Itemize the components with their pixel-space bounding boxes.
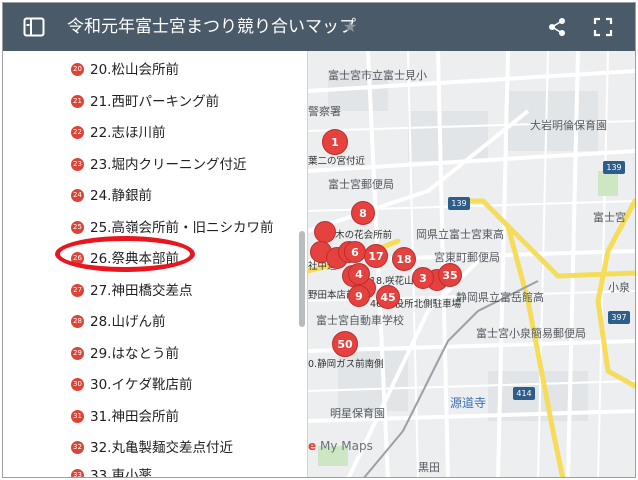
list-item-label: 33.東小薬	[90, 468, 152, 478]
map-label: 警察署	[308, 105, 341, 118]
number-badge: 23	[71, 158, 84, 171]
sidebar-scrollbar[interactable]	[299, 231, 305, 327]
map-label: 富士宮自動車学校	[316, 314, 404, 327]
map-label: 葉二の宮付近	[308, 156, 366, 167]
number-badge: 24	[71, 189, 84, 202]
number-badge: 20	[71, 63, 84, 76]
map-marker-45[interactable]: 45	[376, 285, 400, 309]
list-item-label: 27.神田橋交差点	[90, 283, 193, 299]
list-item[interactable]: 31 31.神田会所前	[3, 402, 298, 432]
map-label: 大岩明倫保育園	[530, 119, 607, 132]
list-item[interactable]: 27 27.神田橋交差点	[3, 276, 298, 306]
map-title: 令和元年富士宮まつり競り合いマップ	[67, 17, 356, 37]
list-item-selected[interactable]: 26 26.祭典本部前	[3, 244, 298, 274]
list-item-label: 21.西町パーキング前	[90, 94, 220, 110]
map-label: 明星保育園	[330, 407, 385, 420]
list-item-label: 31.神田会所前	[90, 409, 179, 425]
route-badge: 139	[448, 197, 470, 210]
map-marker-18[interactable]: 18	[392, 247, 416, 271]
list-item[interactable]: 23 23.堀内クリーニング付近	[3, 150, 298, 180]
list-item[interactable]: 28 28.山げん前	[3, 307, 298, 337]
route-badge: 139	[603, 161, 625, 174]
map-label: 富士宮郵便局	[328, 178, 394, 191]
map-label: 宮東町郵便局	[434, 251, 500, 264]
list-item[interactable]: 24 24.静銀前	[3, 181, 298, 211]
map-marker-50[interactable]: 50	[332, 331, 358, 357]
number-badge: 31	[71, 410, 84, 423]
map-marker-9[interactable]: 9	[348, 285, 370, 307]
app-frame: 令和元年富士宮まつり競り合いマップ ★ 20 20.松山会所前 21 21.西町…	[2, 2, 636, 478]
list-item[interactable]: 30 30.イケダ靴店前	[3, 370, 298, 400]
number-badge: 27	[71, 284, 84, 297]
list-item-label: 28.山げん前	[90, 314, 166, 330]
map-label: 小泉	[608, 281, 630, 294]
fullscreen-icon[interactable]	[593, 17, 613, 37]
list-item-label: 26.祭典本部前	[90, 251, 179, 267]
list-item[interactable]: 29 29.はなとう前	[3, 339, 298, 369]
map-view[interactable]: 富士宮市立富士見小 警察署 大岩明倫保育園 葉二の宮付近 富士宮郵便局 富士宮 …	[308, 51, 635, 477]
list-item[interactable]: 33 33.東小薬	[3, 461, 298, 478]
map-marker-3[interactable]: 3	[412, 267, 434, 289]
list-item-label: 30.イケダ靴店前	[90, 377, 193, 393]
list-item-label: 24.静銀前	[90, 188, 152, 204]
route-badge: 397	[608, 311, 630, 324]
list-item[interactable]: 25 25.高嶺会所前・旧ニシカワ前	[3, 213, 298, 243]
star-icon[interactable]: ★	[343, 15, 357, 39]
map-label: 0.静岡ガス前南側	[308, 359, 384, 370]
map-marker-35[interactable]: 35	[438, 263, 462, 287]
map-marker-4[interactable]: 4	[348, 263, 370, 285]
share-icon[interactable]	[547, 17, 567, 37]
list-item[interactable]: 20 20.松山会所前	[3, 55, 298, 85]
list-item-label: 29.はなとう前	[90, 346, 179, 362]
list-item[interactable]: 32 32.丸亀製麺交差点付近	[3, 433, 298, 463]
number-badge: 28	[71, 315, 84, 328]
map-marker-6[interactable]: 6	[344, 241, 366, 263]
station-label: 源道寺	[450, 396, 487, 410]
route-badge: 414	[513, 387, 535, 400]
number-badge: 21	[71, 95, 84, 108]
google-my-maps-logo: e My Maps	[308, 439, 373, 453]
list-item-label: 23.堀内クリーニング付近	[90, 157, 247, 173]
number-badge: 30	[71, 378, 84, 391]
legend-sidebar: 20 20.松山会所前 21 21.西町パーキング前 22 22.志ほ川前 23…	[3, 51, 308, 478]
map-label: 岡県立富士宮東高	[416, 228, 504, 241]
number-badge: 33	[71, 469, 84, 477]
map-label: 静岡県立富岳館高	[456, 291, 544, 304]
number-badge: 22	[71, 126, 84, 139]
list-item[interactable]: 22 22.志ほ川前	[3, 118, 298, 148]
list-item-label: 25.高嶺会所前・旧ニシカワ前	[90, 220, 274, 236]
map-label: 富士宮小泉簡易郵便局	[476, 327, 586, 340]
map-marker-8[interactable]: 8	[351, 201, 375, 225]
list-item-label: 20.松山会所前	[90, 62, 179, 78]
map-label: 富士宮	[593, 211, 626, 224]
list-item[interactable]: 21 21.西町パーキング前	[3, 87, 298, 117]
app-header: 令和元年富士宮まつり競り合いマップ ★	[3, 3, 635, 51]
map-marker-1[interactable]: 1	[322, 129, 348, 155]
map-label: 黒田	[418, 461, 440, 474]
number-badge: 25	[71, 221, 84, 234]
list-item-label: 32.丸亀製麺交差点付近	[90, 440, 233, 456]
list-item-label: 22.志ほ川前	[90, 125, 166, 141]
map-marker-17[interactable]: 17	[364, 244, 388, 268]
number-badge: 29	[71, 347, 84, 360]
map-marker[interactable]	[314, 221, 336, 243]
number-badge: 26	[71, 252, 84, 265]
sidebar-toggle-icon[interactable]	[23, 16, 45, 38]
map-label: 富士宮市立富士見小	[328, 69, 427, 82]
number-badge: 32	[71, 441, 84, 454]
